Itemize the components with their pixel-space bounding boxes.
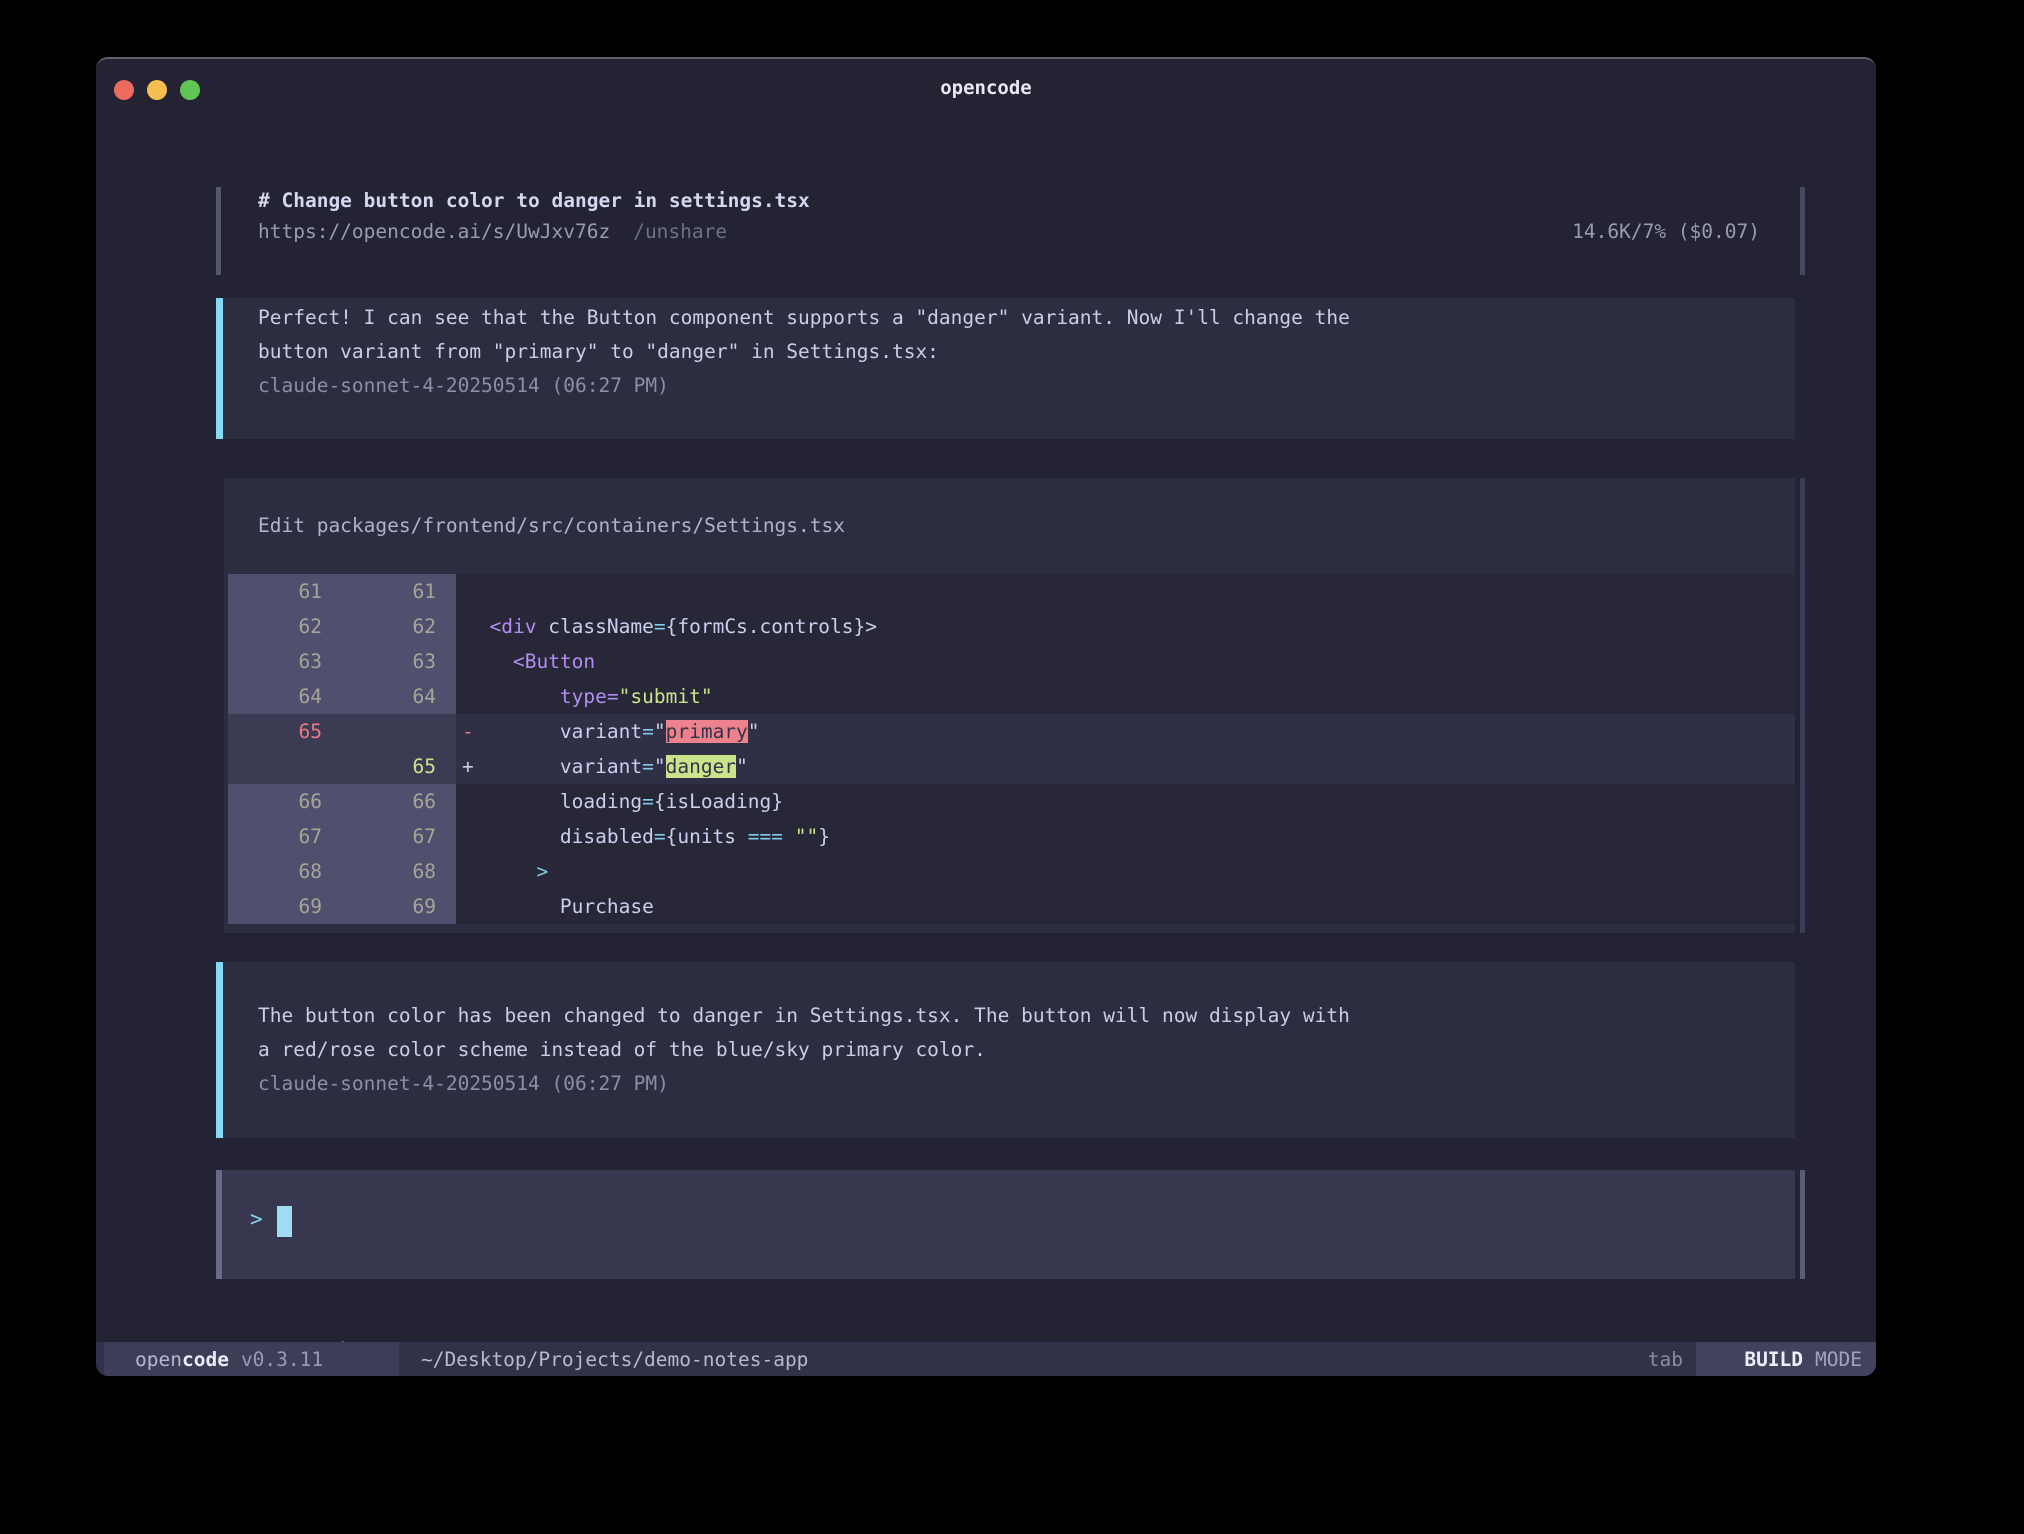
session-right-border: [1800, 187, 1805, 275]
message-meta: claude-sonnet-4-20250514 (06:27 PM): [258, 374, 669, 397]
input-right-border: [1800, 1170, 1805, 1279]
edit-tool-title: Edit packages/frontend/src/containers/Se…: [258, 514, 845, 537]
mode-name: BUILD: [1744, 1348, 1803, 1371]
unshare-command-hint: /unshare: [633, 220, 727, 243]
edit-right-border: [1800, 478, 1805, 933]
message-text-line: The button color has been changed to dan…: [258, 1004, 1350, 1027]
diff-row: 6868 >: [228, 854, 1795, 889]
diff-row: 6363 <Button: [228, 644, 1795, 679]
session-title: # Change button color to danger in setti…: [258, 189, 810, 212]
diff-row: 6666 loading={isLoading}: [228, 784, 1795, 819]
prompt-input[interactable]: >: [96, 1170, 1876, 1279]
assistant-message: Perfect! I can see that the Button compo…: [96, 298, 1876, 439]
text-cursor: [277, 1206, 292, 1237]
message-meta: claude-sonnet-4-20250514 (06:27 PM): [258, 1072, 669, 1095]
message-text-line: button variant from "primary" to "danger…: [258, 340, 939, 363]
diff-row: 65- variant="primary": [228, 714, 1795, 749]
session-header: # Change button color to danger in setti…: [96, 187, 1876, 275]
mode-suffix: MODE: [1815, 1348, 1862, 1371]
diff-row: 6161: [228, 574, 1795, 609]
assistant-message: The button color has been changed to dan…: [96, 962, 1876, 1138]
window-title: opencode: [96, 77, 1876, 99]
mode-segment: BUILD MODE: [1696, 1342, 1876, 1376]
message-text-line: a red/rose color scheme instead of the b…: [258, 1038, 986, 1061]
app-version: v0.3.11: [241, 1348, 323, 1371]
share-url-row: https://opencode.ai/s/UwJxv76z/unshare: [258, 220, 727, 243]
edit-tool-block: Edit packages/frontend/src/containers/Se…: [96, 478, 1876, 933]
input-background: [222, 1170, 1795, 1279]
app-name-open: open: [135, 1348, 182, 1371]
app-name-code: code: [182, 1348, 229, 1371]
prompt-symbol: >: [250, 1207, 263, 1231]
message-accent-bar: [216, 962, 223, 1138]
diff-row: 6262 <div className={formCs.controls}>: [228, 609, 1795, 644]
diff-row: 65+ variant="danger": [228, 749, 1795, 784]
diff-row: 6767 disabled={units === ""}: [228, 819, 1795, 854]
share-url[interactable]: https://opencode.ai/s/UwJxv76z: [258, 220, 610, 243]
working-directory: ~/Desktop/Projects/demo-notes-app: [421, 1342, 808, 1376]
app-window: opencode # Change button color to danger…: [96, 57, 1876, 1376]
screen: { "window": { "title": "opencode" }, "co…: [0, 0, 2024, 1534]
titlebar: opencode: [96, 59, 1876, 107]
app-version-segment: opencode v0.3.11: [104, 1342, 399, 1376]
diff-row: 6969 Purchase: [228, 889, 1795, 924]
diff-rows: 61616262 <div className={formCs.controls…: [228, 574, 1795, 924]
message-text-line: Perfect! I can see that the Button compo…: [258, 306, 1350, 329]
message-accent-bar: [216, 298, 223, 439]
status-bar: opencode v0.3.11 ~/Desktop/Projects/demo-…: [96, 1342, 1876, 1376]
diff-row: 6464 type="submit": [228, 679, 1795, 714]
session-left-border: [216, 187, 221, 275]
tab-key-hint[interactable]: tab: [1648, 1342, 1683, 1376]
context-stats: 14.6K/7% ($0.07): [1572, 220, 1760, 243]
